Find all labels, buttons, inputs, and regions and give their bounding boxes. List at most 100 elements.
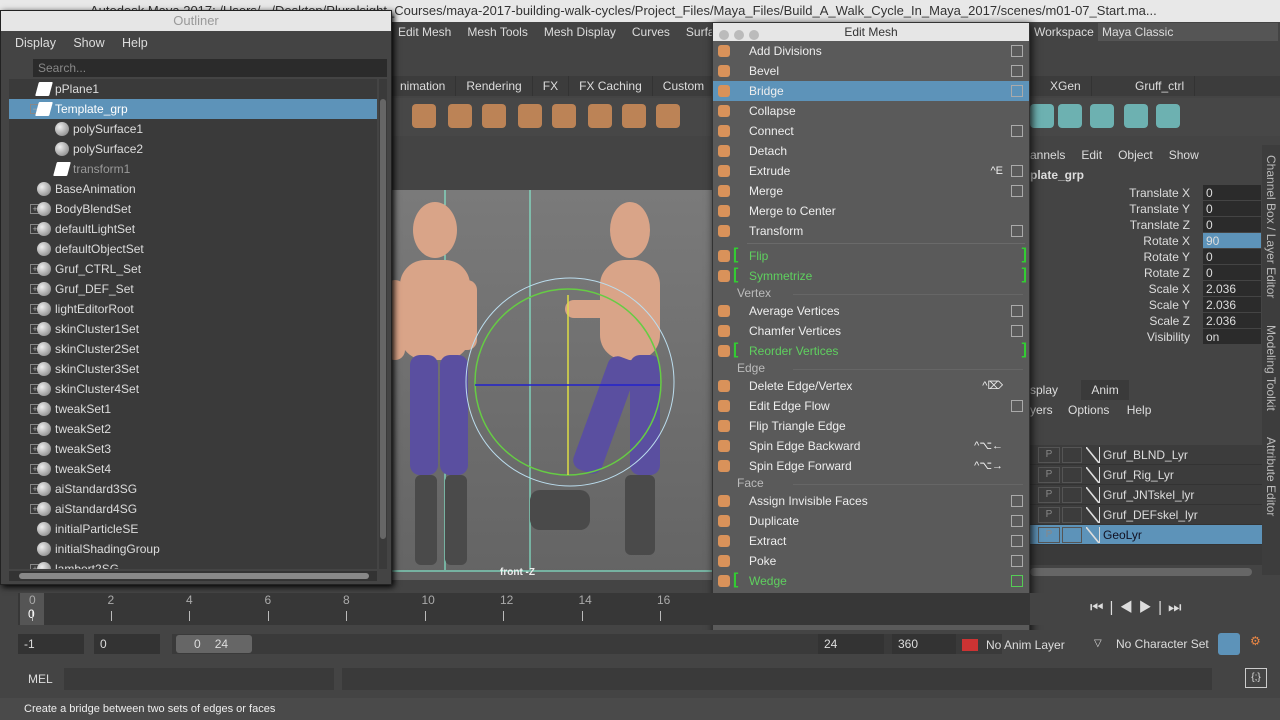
shelf-tool-icon[interactable]: [1090, 104, 1114, 128]
playback-toggle[interactable]: P: [1038, 527, 1060, 543]
range-slider-handle[interactable]: 0 24: [176, 635, 252, 653]
option-box-icon[interactable]: [1011, 305, 1023, 317]
menu-item-poke[interactable]: Poke: [713, 551, 1029, 571]
viewport[interactable]: front -Z: [385, 190, 712, 580]
outliner-item[interactable]: + defaultLightSet: [9, 219, 377, 239]
channel-attr-row[interactable]: Scale Y 2.036: [1030, 297, 1262, 313]
menu-item-delete-edge-vertex[interactable]: Delete Edge/Vertex ^⌦: [713, 376, 1029, 396]
chevron-down-icon[interactable]: ▽: [1094, 638, 1102, 649]
shelf-tool-icon[interactable]: [588, 104, 612, 128]
outliner-item[interactable]: pPlane1: [9, 79, 377, 99]
visibility-toggle[interactable]: [1062, 467, 1082, 483]
shelf-tab-fx-caching[interactable]: FX Caching: [569, 76, 653, 96]
shelf-tab-fx[interactable]: FX: [533, 76, 570, 96]
script-editor-icon[interactable]: {;}: [1245, 668, 1267, 688]
channel-attr-value[interactable]: 90: [1203, 233, 1261, 248]
preferences-icon[interactable]: ⚙: [1250, 634, 1261, 648]
tab-channel-box[interactable]: Channel Box / Layer Editor: [1264, 155, 1278, 298]
option-box-icon[interactable]: [1011, 45, 1023, 57]
shelf-tab-rendering[interactable]: Rendering: [456, 76, 533, 96]
menu-options[interactable]: Options: [1068, 403, 1109, 417]
shelf-tool-icon[interactable]: [1124, 104, 1148, 128]
outliner-vertical-scrollbar[interactable]: [379, 79, 387, 569]
layer-row[interactable]: P Gruf_DEFskel_lyr: [1030, 505, 1262, 525]
outliner-item[interactable]: initialShadingGroup: [9, 539, 377, 559]
shelf-tab-xgen[interactable]: XGen: [1040, 76, 1092, 96]
option-box-icon[interactable]: [1011, 125, 1023, 137]
outliner-horizontal-scrollbar[interactable]: [9, 571, 377, 581]
channel-attr-value[interactable]: 0: [1203, 249, 1261, 264]
menu-help[interactable]: Help: [122, 36, 148, 50]
menu-layers[interactable]: yers: [1030, 403, 1053, 417]
time-slider[interactable]: 0 0246810121416: [18, 593, 1030, 625]
menu-item-chamfer-vertices[interactable]: Chamfer Vertices: [713, 321, 1029, 341]
outliner-item[interactable]: − Template_grp: [9, 99, 377, 119]
outliner-item[interactable]: + Gruf_CTRL_Set: [9, 259, 377, 279]
menu-item-spin-edge-backward[interactable]: Spin Edge Backward ^⌥←: [713, 436, 1029, 456]
outliner-item[interactable]: + skinCluster4Set: [9, 379, 377, 399]
option-box-icon[interactable]: [1011, 555, 1023, 567]
channel-attr-row[interactable]: Visibility on: [1030, 329, 1262, 345]
shelf-tool-icon[interactable]: [412, 104, 436, 128]
channel-attr-row[interactable]: Rotate Y 0: [1030, 249, 1262, 265]
mel-label[interactable]: MEL: [28, 672, 53, 686]
outliner-item[interactable]: + skinCluster2Set: [9, 339, 377, 359]
channel-attr-value[interactable]: 0: [1203, 265, 1261, 280]
menu-curves[interactable]: Curves: [624, 22, 678, 42]
outliner-item[interactable]: polySurface1: [9, 119, 377, 139]
playback-toggle[interactable]: P: [1038, 507, 1060, 523]
option-box-icon[interactable]: [1011, 65, 1023, 77]
menu-item-bevel[interactable]: Bevel: [713, 61, 1029, 81]
channel-menu-2[interactable]: Object: [1118, 148, 1153, 162]
visibility-toggle[interactable]: [1062, 487, 1082, 503]
menu-item-wedge[interactable]: [Wedge: [713, 571, 1029, 591]
channel-attr-value[interactable]: on: [1203, 329, 1261, 344]
channel-menu-3[interactable]: Show: [1169, 148, 1199, 162]
menu-item-spin-edge-forward[interactable]: Spin Edge Forward ^⌥→: [713, 456, 1029, 476]
menu-item-edit-edge-flow[interactable]: Edit Edge Flow: [713, 396, 1029, 416]
outliner-item[interactable]: + skinCluster3Set: [9, 359, 377, 379]
menu-item-merge-to-center[interactable]: Merge to Center: [713, 201, 1029, 221]
shelf-tool-icon[interactable]: [1058, 104, 1082, 128]
shelf-tool-icon[interactable]: [518, 104, 542, 128]
outliner-item[interactable]: + tweakSet3: [9, 439, 377, 459]
tab-modeling-toolkit[interactable]: Modeling Toolkit: [1264, 325, 1278, 411]
mel-input[interactable]: [64, 668, 334, 690]
shelf-tool-icon[interactable]: [448, 104, 472, 128]
outliner-item[interactable]: transform1: [9, 159, 377, 179]
anim-start-field[interactable]: 0: [94, 634, 160, 654]
end-time-field[interactable]: 360: [892, 634, 956, 654]
option-box-icon[interactable]: [1011, 185, 1023, 197]
playback-toggle[interactable]: P: [1038, 447, 1060, 463]
layer-scrollbar[interactable]: [1030, 568, 1252, 576]
menu-item-add-divisions[interactable]: Add Divisions: [713, 41, 1029, 61]
shelf-tool-icon[interactable]: [1030, 104, 1054, 128]
menu-item-assign-invisible-faces[interactable]: Assign Invisible Faces: [713, 491, 1029, 511]
option-box-icon[interactable]: [1011, 535, 1023, 547]
anim-layer-label[interactable]: No Anim Layer: [986, 638, 1065, 652]
start-time-field[interactable]: -1: [18, 634, 84, 654]
channel-attr-row[interactable]: Translate Y 0: [1030, 201, 1262, 217]
outliner-item[interactable]: + tweakSet1: [9, 399, 377, 419]
workspace-selector[interactable]: Workspace : Maya Classic: [1030, 22, 1280, 42]
layer-row[interactable]: P Gruf_BLND_Lyr: [1030, 445, 1262, 465]
outliner-item[interactable]: + Gruf_DEF_Set: [9, 279, 377, 299]
menu-item-bridge[interactable]: Bridge: [713, 81, 1029, 101]
option-box-icon[interactable]: [1011, 400, 1023, 412]
anim-end-field[interactable]: 24: [818, 634, 884, 654]
outliner-item[interactable]: + aiStandard3SG: [9, 479, 377, 499]
shelf-tool-icon[interactable]: [622, 104, 646, 128]
outliner-item[interactable]: + BodyBlendSet: [9, 199, 377, 219]
workspace-dropdown[interactable]: Maya Classic: [1098, 23, 1278, 41]
shelf-tab-custom[interactable]: Custom: [653, 76, 716, 96]
shelf-tool-icon[interactable]: [1156, 104, 1180, 128]
menu-item-connect[interactable]: Connect: [713, 121, 1029, 141]
channel-attr-row[interactable]: Rotate Z 0: [1030, 265, 1262, 281]
playback-buttons[interactable]: ⏮|◀▶|⏭: [1090, 599, 1188, 616]
menu-item-duplicate[interactable]: Duplicate: [713, 511, 1029, 531]
outliner-item[interactable]: defaultObjectSet: [9, 239, 377, 259]
outliner-item[interactable]: + aiStandard4SG: [9, 499, 377, 519]
playback-toggle[interactable]: P: [1038, 487, 1060, 503]
option-box-icon[interactable]: [1011, 575, 1023, 587]
channel-attr-value[interactable]: 2.036: [1203, 297, 1261, 312]
